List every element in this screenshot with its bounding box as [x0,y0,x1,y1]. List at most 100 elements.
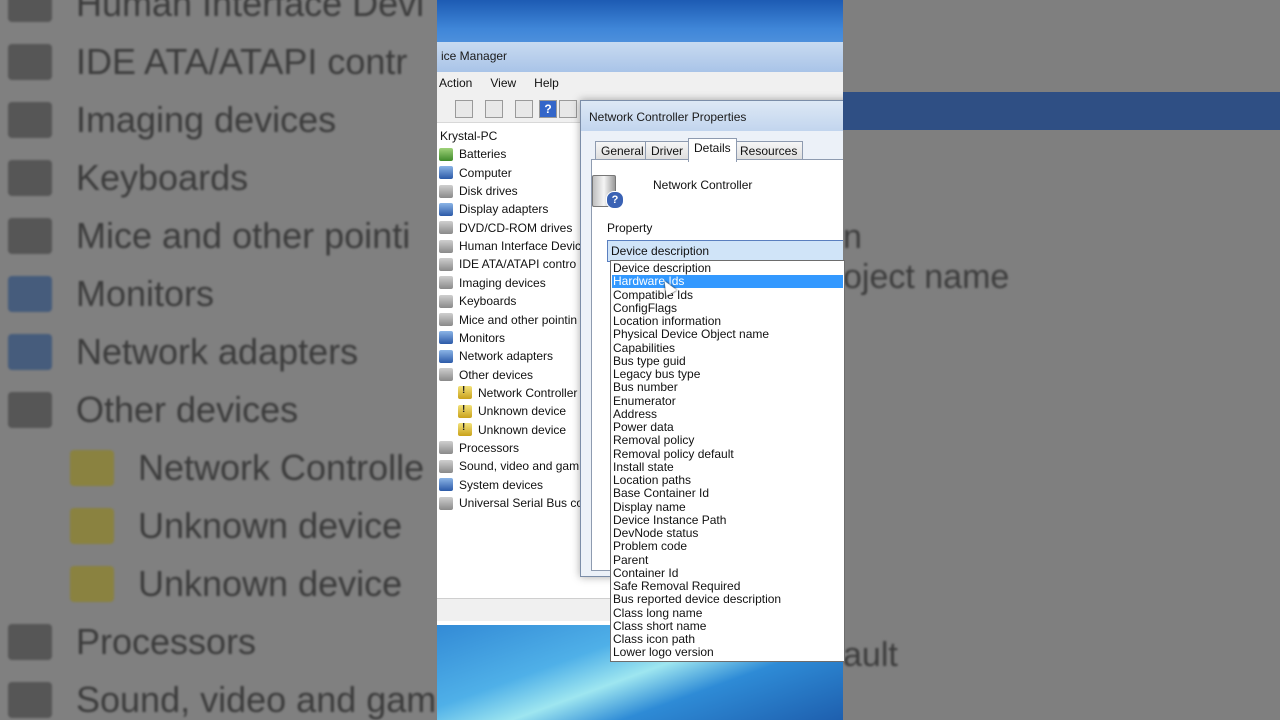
camera-icon [8,102,52,138]
dropdown-option[interactable]: Safe Removal Required [612,580,843,593]
background-left-zoom: Human Interface Devi IDE ATA/ATAPI contr I… [0,0,437,720]
sound-icon [8,682,52,718]
warning-icon [458,404,472,418]
property-select[interactable]: Device description [607,240,843,262]
background-tree-row: Unknown device [0,497,402,555]
property-select-value: Device description [611,244,710,258]
background-tree-label: Mice and other pointi [76,215,411,256]
tree-node[interactable]: Processors [439,439,519,457]
dropdown-option[interactable]: Class short name [612,619,843,633]
dropdown-option[interactable]: Power data [612,421,843,434]
background-tree-row: Unknown device [0,555,402,613]
monitor-icon [439,331,453,345]
export-icon[interactable] [515,100,533,118]
dropdown-option[interactable]: Device description [612,262,843,275]
tree-node[interactable]: DVD/CD-ROM drives [439,219,572,237]
dropdown-option[interactable]: Enumerator [612,394,843,408]
background-tree-row: Imaging devices [0,91,336,149]
tree-node[interactable]: Other devices [439,366,533,384]
dropdown-option[interactable]: Physical Device Object name [612,328,843,341]
property-label: Property [607,221,653,235]
tree-node[interactable]: Mice and other pointin [439,311,577,329]
background-tree-label: Keyboards [76,157,249,198]
dropdown-option[interactable]: Address [612,407,843,421]
tree-node-label: Sound, video and gam [459,459,580,474]
background-text: n [843,218,862,256]
tab-resources[interactable]: Resources [734,141,804,161]
tree-node-label: Network Controller [478,385,578,400]
view-icon[interactable] [485,100,503,118]
menu-action[interactable]: Action [437,76,480,90]
dropdown-option[interactable]: DevNode status [612,527,843,540]
tree-node[interactable]: Disk drives [439,182,518,200]
tab-driver[interactable]: Driver [645,141,689,161]
tree-node[interactable]: Display adapters [439,200,548,218]
tree-node-label: Unknown device [478,422,567,437]
tree-node-label: Processors [459,440,520,455]
dropdown-option[interactable]: Install state [612,460,843,474]
background-tree-label: IDE ATA/ATAPI contr [76,41,408,82]
warning-icon [70,450,114,486]
tree-node-label: Imaging devices [459,275,546,290]
tree-node[interactable]: Network Controller [458,384,577,402]
sound-icon [439,459,453,473]
dropdown-option[interactable]: Capabilities [612,341,843,355]
tree-node[interactable]: Monitors [439,329,505,347]
background-tree-label: Imaging devices [76,99,337,140]
dropdown-option[interactable]: Device Instance Path [612,513,843,527]
background-text: ault [843,636,898,674]
dropdown-option[interactable]: Legacy bus type [612,368,843,381]
tree-node-label: Universal Serial Bus co [459,496,584,510]
dropdown-option[interactable]: Lower logo version [612,646,843,659]
tab-details[interactable]: Details [688,138,737,162]
tree-node[interactable]: Human Interface Devic [439,237,581,255]
dropdown-option[interactable]: Removal policy default [612,447,843,461]
system-icon [439,478,453,492]
warning-icon [458,422,472,437]
tree-node[interactable]: Keyboards [439,292,516,310]
device-manager-titlebar[interactable]: ice Manager [437,0,843,72]
tree-node[interactable]: IDE ATA/ATAPI contro [439,255,576,273]
dropdown-option[interactable]: ConfigFlags [612,301,843,315]
tree-node[interactable]: Unknown device [458,402,566,420]
tab-general[interactable]: General [595,141,650,161]
tree-node[interactable]: System devices [439,476,543,494]
help-icon[interactable]: ? [539,100,557,118]
dropdown-option[interactable]: Location paths [612,474,843,487]
tree-node[interactable]: Unknown device [458,421,566,439]
tree-node[interactable]: Imaging devices [439,274,546,292]
dropdown-option[interactable]: Location information [612,315,843,328]
properties-icon[interactable] [455,100,473,118]
dropdown-option[interactable]: Class icon path [612,633,843,646]
tree-node[interactable]: Krystal-PC [440,127,497,145]
dropdown-option[interactable]: Bus reported device description [612,593,843,606]
dropdown-option[interactable]: Bus type guid [612,354,843,368]
dropdown-option[interactable]: Parent [612,553,843,567]
dropdown-option[interactable]: Container Id [612,566,843,580]
tree-node[interactable]: Universal Serial Bus co [439,494,583,512]
tree-node[interactable]: Sound, video and gam [439,457,579,475]
background-tree-row: IDE ATA/ATAPI contr [0,33,407,91]
tree-node[interactable]: Computer [439,164,512,182]
dropdown-option[interactable]: Compatible Ids [612,288,843,302]
background-tree-row: Other devices [0,381,298,439]
dropdown-option[interactable]: Display name [612,500,843,514]
menu-view[interactable]: View [488,76,524,90]
tree-node-label: Human Interface Devic [459,239,582,254]
tree-node[interactable]: Batteries [439,145,506,163]
background-tree-row: Human Interface Devi [0,0,424,33]
dropdown-option[interactable]: Removal policy [612,434,843,447]
dropdown-option[interactable]: Base Container Id [612,487,843,500]
background-tree-label: Monitors [76,273,215,314]
tree-node[interactable]: Network adapters [439,347,553,365]
mouse-icon [439,313,453,326]
dialog-titlebar[interactable]: Network Controller Properties [581,101,843,131]
scan-icon[interactable] [559,100,577,118]
dropdown-option[interactable]: Bus number [612,381,843,394]
warning-icon [458,385,472,400]
property-dropdown-list: Device description Hardware Ids Compatible… [610,260,845,662]
menu-help[interactable]: Help [532,76,567,90]
dropdown-option[interactable]: Problem code [612,540,843,553]
dropdown-option[interactable]: Hardware Ids [612,275,843,289]
dropdown-option[interactable]: Class long name [612,606,843,620]
